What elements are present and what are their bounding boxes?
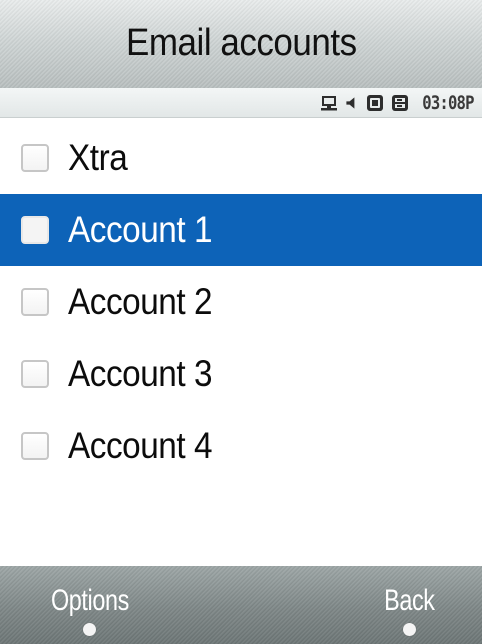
back-softkey[interactable]: Back <box>377 584 442 636</box>
pc-sync-icon <box>321 96 338 111</box>
checkbox[interactable] <box>21 144 49 172</box>
list-item-account-2[interactable]: Account 2 <box>0 266 482 338</box>
r-network-icon <box>367 95 384 111</box>
list-item-label: Xtra <box>68 137 128 178</box>
phone-screen: Email accounts 03:08P Xtra Account 1 Acc… <box>0 0 482 644</box>
checkbox[interactable] <box>21 432 49 460</box>
list-item-label: Account 2 <box>68 281 213 322</box>
softkey-bar: Options Back <box>0 566 482 644</box>
softkey-indicator-dot <box>83 623 97 636</box>
account-list: Xtra Account 1 Account 2 Account 3 Accou… <box>0 122 482 482</box>
status-icons: 03:08P <box>319 92 475 114</box>
list-item-account-3[interactable]: Account 3 <box>0 338 482 410</box>
back-softkey-label: Back <box>384 584 435 617</box>
status-time: 03:08P <box>422 92 475 114</box>
options-softkey[interactable]: Options <box>40 584 140 636</box>
page-title: Email accounts <box>125 21 357 64</box>
list-item-label: Account 3 <box>68 353 213 394</box>
checkbox[interactable] <box>21 288 49 316</box>
options-softkey-label: Options <box>50 584 129 617</box>
list-item-account-1[interactable]: Account 1 <box>0 194 482 266</box>
title-bar: Email accounts <box>0 0 482 88</box>
list-item-label: Account 1 <box>68 209 213 250</box>
list-item-label: Account 4 <box>68 425 213 466</box>
status-bar: 03:08P <box>0 88 482 118</box>
bluetooth-b-icon <box>392 95 409 111</box>
checkbox[interactable] <box>21 216 49 244</box>
list-item-xtra[interactable]: Xtra <box>0 122 482 194</box>
checkbox[interactable] <box>21 360 49 388</box>
list-item-account-4[interactable]: Account 4 <box>0 410 482 482</box>
speaker-icon <box>346 97 355 109</box>
softkey-indicator-dot <box>403 623 417 636</box>
